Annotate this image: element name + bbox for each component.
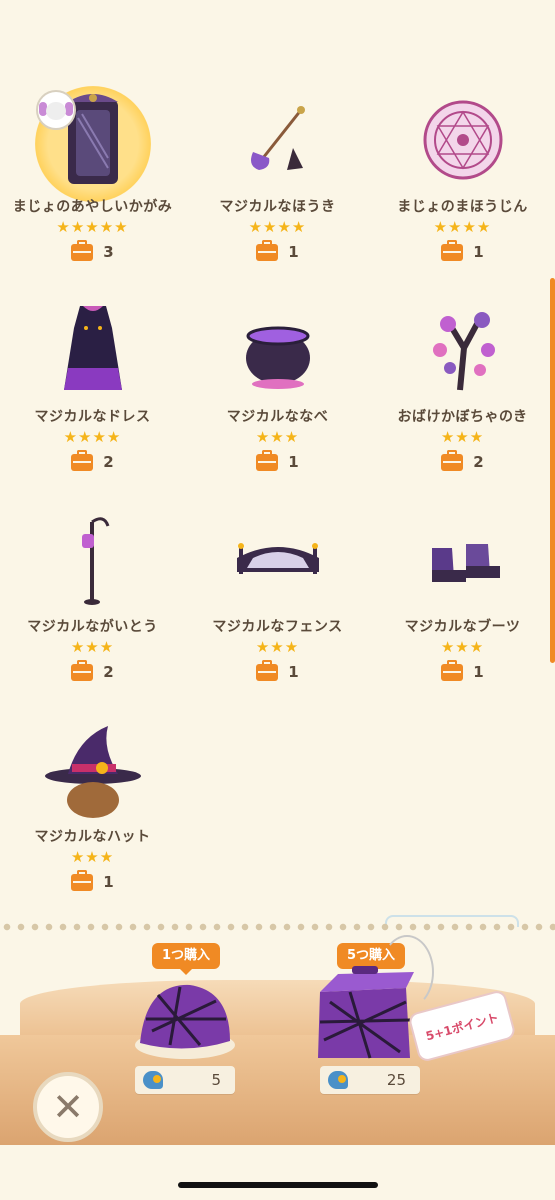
briefcase-icon — [71, 239, 94, 261]
price-value: 25 — [386, 1071, 406, 1089]
item-count: 3 — [103, 243, 114, 261]
item-name: マジカルなほうき — [219, 199, 336, 215]
street-lamp-icon — [81, 517, 109, 605]
item-count: 1 — [288, 453, 299, 471]
item-card[interactable]: マジカルなフェンス ★★★ 1 — [185, 500, 370, 700]
pumpkin-tree-icon — [432, 312, 495, 391]
item-count: 1 — [288, 243, 299, 261]
briefcase-icon — [256, 659, 279, 681]
item-card[interactable]: マジカルながいとう ★★★ 2 — [0, 500, 185, 700]
item-card[interactable]: マジカルなブーツ ★★★ 1 — [370, 500, 555, 700]
fortune-cookie-icon[interactable] — [130, 975, 240, 1065]
item-rarity: ★★★ — [440, 428, 485, 446]
home-indicator[interactable] — [178, 1182, 378, 1188]
magic-circle-icon — [423, 100, 502, 180]
dress-icon — [63, 306, 122, 390]
briefcase-icon — [256, 239, 279, 261]
item-name: まじょのあやしいかがみ — [12, 199, 173, 215]
item-rarity: ★★★★★ — [56, 218, 129, 236]
item-name: マジカルなドレス — [34, 409, 151, 425]
nook-miles-icon — [328, 1071, 348, 1089]
buy-five-price[interactable]: 25 — [320, 1066, 420, 1094]
item-name: まじょのまほうじん — [397, 199, 528, 215]
item-rarity: ★★★★ — [433, 218, 492, 236]
briefcase-icon — [71, 869, 94, 891]
item-count: 1 — [473, 663, 484, 681]
buy-one-label: 1つ購入 — [152, 943, 221, 975]
nook-miles-icon — [143, 1071, 163, 1089]
briefcase-icon — [71, 659, 94, 681]
close-icon: ✕ — [52, 1085, 84, 1129]
item-card[interactable]: おばけかぼちゃのき ★★★ 2 — [370, 290, 555, 490]
item-rarity: ★★★ — [70, 638, 115, 656]
briefcase-icon — [71, 449, 94, 471]
item-name: マジカルなブーツ — [404, 619, 521, 635]
item-card[interactable]: まじょのまほうじん ★★★★ 1 — [370, 80, 555, 280]
buy-one-price[interactable]: 5 — [135, 1066, 235, 1094]
item-rarity: ★★★ — [440, 638, 485, 656]
item-rarity: ★★★★ — [63, 428, 122, 446]
briefcase-icon — [441, 449, 464, 471]
item-rarity: ★★★ — [255, 638, 300, 656]
item-count: 2 — [473, 453, 484, 471]
item-name: マジカルなフェンス — [212, 619, 343, 635]
item-rarity: ★★★ — [255, 428, 300, 446]
item-rarity: ★★★★ — [248, 218, 307, 236]
hat-icon — [44, 726, 141, 818]
cauldron-icon — [245, 326, 310, 389]
item-count: 2 — [103, 453, 114, 471]
item-card[interactable]: マジカルなほうき ★★★★ 1 — [185, 80, 370, 280]
dotted-divider — [0, 922, 555, 932]
item-name: マジカルなハット — [34, 829, 151, 845]
bottom-strip — [0, 1145, 555, 1200]
item-name: マジカルななべ — [226, 409, 329, 425]
item-card[interactable]: まじょのあやしいかがみ ★★★★★ 3 — [0, 80, 185, 280]
fence-icon — [236, 543, 319, 574]
item-count: 1 — [473, 243, 484, 261]
broom-icon — [250, 106, 305, 170]
item-name: マジカルながいとう — [27, 619, 158, 635]
item-count: 2 — [103, 663, 114, 681]
item-card[interactable]: マジカルなドレス ★★★★ 2 — [0, 290, 185, 490]
briefcase-icon — [441, 239, 464, 261]
item-name: おばけかぼちゃのき — [397, 409, 528, 425]
boots-icon — [431, 544, 500, 582]
item-rarity: ★★★ — [70, 848, 115, 866]
tag-string — [380, 935, 434, 1009]
item-card[interactable]: マジカルなハット ★★★ 1 — [0, 710, 185, 910]
item-count: 1 — [288, 663, 299, 681]
briefcase-icon — [256, 449, 279, 471]
briefcase-icon — [441, 659, 464, 681]
avatar — [36, 90, 76, 130]
item-count: 1 — [103, 873, 114, 891]
price-value: 5 — [211, 1071, 221, 1089]
close-button[interactable]: ✕ — [33, 1072, 103, 1142]
item-card[interactable]: マジカルななべ ★★★ 1 — [185, 290, 370, 490]
bonus-text: 5+1ポイント — [424, 1010, 501, 1043]
